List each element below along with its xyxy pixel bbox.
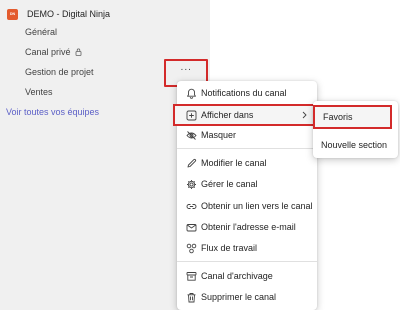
channel-private[interactable]: Canal privé (25, 46, 82, 58)
menu-item-afficher-dans[interactable]: Afficher dans (173, 104, 323, 126)
menu-item-label: Afficher dans (201, 110, 254, 120)
mail-icon (186, 222, 197, 233)
menu-item-modifier[interactable]: Modifier le canal (177, 154, 317, 172)
menu-item-label: Modifier le canal (201, 158, 267, 168)
lock-icon (75, 48, 82, 56)
gear-icon (186, 179, 197, 190)
menu-item-gerer[interactable]: Gérer le canal (177, 175, 317, 193)
menu-separator (177, 148, 317, 149)
menu-item-label: Obtenir l'adresse e-mail (201, 222, 296, 232)
menu-item-label: Masquer (201, 130, 237, 140)
trash-icon (186, 292, 197, 303)
channel-label: Gestion de projet (25, 67, 94, 77)
submenu-item-nouvelle-section[interactable]: Nouvelle section (321, 139, 387, 151)
menu-item-masquer[interactable]: Masquer (177, 126, 317, 144)
channel-gestion-de-projet[interactable]: Gestion de projet (25, 66, 94, 78)
team-name: DEMO - Digital Ninja (27, 9, 111, 19)
menu-item-label: Gérer le canal (201, 179, 258, 189)
menu-item-notifications[interactable]: Notifications du canal (177, 84, 317, 102)
menu-item-supprimer[interactable]: Supprimer le canal (177, 288, 317, 306)
menu-item-flux[interactable]: Flux de travail (177, 239, 317, 257)
chevron-right-icon (302, 111, 307, 119)
submenu-item-favoris[interactable]: Favoris (313, 105, 392, 129)
menu-item-label: Obtenir un lien vers le canal (201, 201, 313, 211)
menu-item-email[interactable]: Obtenir l'adresse e-mail (177, 218, 317, 236)
channel-general[interactable]: Général (25, 26, 57, 38)
pencil-icon (186, 158, 197, 169)
channel-context-menu: Notifications du canal Afficher dans Mas… (173, 81, 323, 310)
link-icon (186, 201, 197, 212)
menu-item-label: Notifications du canal (201, 88, 287, 98)
see-all-teams-link[interactable]: Voir toutes vos équipes (6, 106, 99, 118)
afficher-dans-submenu: Favoris Nouvelle section (313, 101, 398, 158)
team-avatar: DN (7, 8, 18, 20)
channel-ventes[interactable]: Ventes (25, 86, 53, 98)
menu-item-label: Canal d'archivage (201, 271, 273, 281)
channel-label: Canal privé (25, 47, 71, 57)
channel-label: Ventes (25, 87, 53, 97)
menu-separator (177, 261, 317, 262)
menu-item-label: Supprimer le canal (201, 292, 277, 302)
menu-item-archiver[interactable]: Canal d'archivage (177, 267, 317, 285)
workflow-icon (186, 243, 197, 254)
menu-item-lien[interactable]: Obtenir un lien vers le canal (177, 197, 317, 215)
channel-label: Général (25, 27, 58, 37)
archive-icon (186, 271, 197, 282)
add-square-icon (186, 110, 197, 121)
menu-item-label: Flux de travail (201, 243, 258, 253)
team-header[interactable]: DN DEMO - Digital Ninja (7, 8, 110, 20)
bell-icon (186, 88, 197, 99)
eye-off-icon (186, 130, 197, 141)
